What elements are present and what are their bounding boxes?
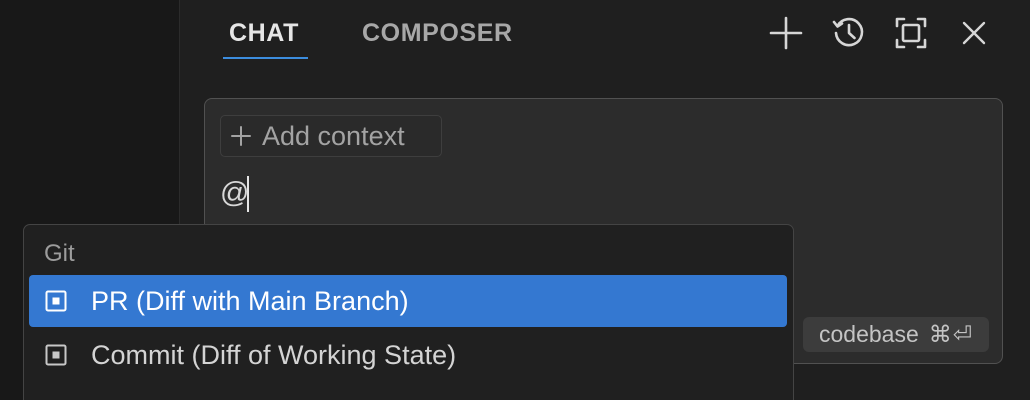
plus-icon: [769, 16, 803, 50]
git-diff-icon: [45, 344, 67, 366]
maximize-button[interactable]: [892, 14, 930, 52]
new-chat-button[interactable]: [767, 14, 805, 52]
menu-item-label: Commit (Diff of Working State): [91, 340, 457, 370]
tab-composer[interactable]: COMPOSER: [362, 18, 513, 48]
close-button[interactable]: [955, 14, 993, 52]
chat-input-text[interactable]: @: [220, 174, 249, 212]
plus-icon: [231, 126, 251, 146]
codebase-label: codebase: [818, 321, 919, 347]
menu-item-label: PR (Diff with Main Branch): [91, 286, 409, 316]
add-context-button[interactable]: Add context: [220, 115, 442, 157]
menu-item-commit-diff[interactable]: Commit (Diff of Working State): [29, 329, 787, 381]
maximize-icon: [895, 17, 927, 49]
codebase-button[interactable]: codebase ⌘⏎: [803, 317, 989, 352]
git-diff-icon: [45, 290, 67, 312]
cursor-chat-window: CHAT COMPOSER Add context @ codebase ⌘⏎ …: [0, 0, 1030, 400]
menu-item-pr-diff[interactable]: PR (Diff with Main Branch): [29, 275, 787, 327]
codebase-shortcut: ⌘⏎: [928, 321, 974, 347]
add-context-label: Add context: [262, 121, 405, 151]
close-icon: [962, 21, 986, 45]
text-caret: [247, 176, 249, 212]
history-icon: [832, 17, 864, 47]
tab-chat[interactable]: CHAT: [229, 18, 299, 48]
menu-section-label: Git: [44, 240, 75, 267]
active-tab-indicator: [223, 57, 308, 59]
history-button[interactable]: [830, 14, 868, 52]
